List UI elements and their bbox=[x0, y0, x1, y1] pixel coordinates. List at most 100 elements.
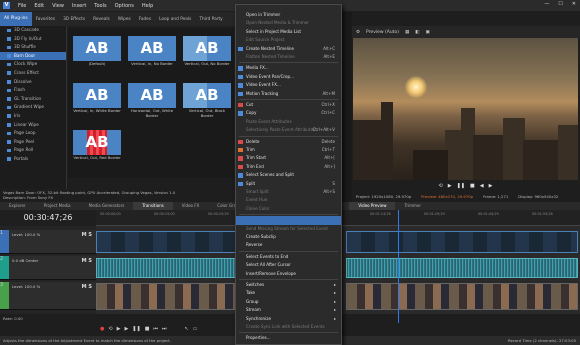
list-item[interactable]: Dissolve bbox=[0, 78, 66, 87]
maximize-button[interactable]: ☐ bbox=[558, 1, 562, 7]
go-start-icon[interactable]: ⏮ bbox=[153, 326, 158, 332]
solo-button[interactable]: S bbox=[88, 258, 92, 264]
context-menu-item[interactable]: Edit Source Project bbox=[236, 36, 341, 44]
context-menu-item[interactable]: Smart Split Alt+S bbox=[236, 188, 341, 196]
mute-solo[interactable]: M S bbox=[82, 284, 92, 290]
audio-event[interactable] bbox=[96, 258, 236, 278]
context-menu-item[interactable]: Create Sync Link with Selected Events bbox=[236, 323, 341, 331]
list-item[interactable]: 3D Cascade bbox=[0, 26, 66, 35]
track-header-video[interactable]: 3 Level: 100.0 % M S bbox=[0, 282, 96, 310]
context-menu-item[interactable]: Flatten Nested Timeline Alt+E bbox=[236, 53, 341, 61]
mute-button[interactable]: M bbox=[82, 258, 87, 264]
context-menu-item[interactable]: Properties... bbox=[236, 334, 341, 342]
list-item[interactable]: Iris bbox=[0, 112, 66, 121]
video-event[interactable] bbox=[346, 231, 578, 253]
context-menu-item[interactable]: Switches ▸ bbox=[236, 281, 341, 289]
context-menu-item[interactable]: Create Subclip bbox=[236, 233, 341, 241]
play-icon[interactable]: ▶ bbox=[124, 326, 128, 332]
context-menu-item[interactable]: Cut Ctrl+X bbox=[236, 101, 341, 109]
list-item[interactable]: Flash bbox=[0, 86, 66, 95]
prev-frame-icon[interactable]: ◀ bbox=[480, 183, 484, 189]
list-item-selected[interactable]: Barn Door bbox=[0, 51, 66, 61]
stop-icon[interactable]: ■ bbox=[145, 326, 150, 332]
context-menu-item[interactable] bbox=[236, 216, 341, 225]
tab-favorites[interactable]: Favorites bbox=[32, 17, 59, 22]
context-menu-item[interactable]: Open Nested Media & Trimmer bbox=[236, 19, 341, 27]
split-icon[interactable]: ◧ bbox=[415, 30, 419, 35]
pause-icon[interactable]: ❚❚ bbox=[132, 326, 140, 332]
list-item[interactable]: Portals bbox=[0, 155, 66, 164]
gear-icon[interactable]: ⚙ bbox=[356, 30, 360, 35]
tab-all-plugins[interactable]: All Plug-ins bbox=[0, 12, 32, 26]
minimize-button[interactable]: — bbox=[544, 1, 549, 7]
tab-wipes[interactable]: Wipes bbox=[114, 17, 135, 22]
context-menu-item[interactable]: Insert/Remove Envelope bbox=[236, 270, 341, 278]
menu-insert[interactable]: Insert bbox=[72, 3, 86, 9]
tab-loop-and-peals[interactable]: Loop and Peals bbox=[155, 17, 195, 22]
menu-help[interactable]: Help bbox=[142, 3, 153, 9]
context-menu-item[interactable]: Video Event Pan/Crop... bbox=[236, 73, 341, 81]
context-menu-item[interactable]: Select Events to End bbox=[236, 253, 341, 261]
tab-3d-effects[interactable]: 3D Effects bbox=[59, 17, 89, 22]
tab-explorer[interactable]: Explorer bbox=[0, 202, 35, 210]
close-button[interactable]: ✕ bbox=[572, 1, 576, 7]
context-menu-item[interactable]: Reverse bbox=[236, 241, 341, 249]
context-menu-item[interactable]: Split S bbox=[236, 180, 341, 188]
list-item[interactable]: Page Loop bbox=[0, 129, 66, 138]
track-level[interactable]: Level: 100.0 % bbox=[12, 284, 40, 289]
envelope-icon[interactable]: ▭ bbox=[193, 326, 198, 332]
stop-icon[interactable]: ■ bbox=[470, 183, 475, 189]
context-menu-item[interactable]: Motion Tracking Alt+M bbox=[236, 90, 341, 98]
context-menu-item[interactable]: Copy Ctrl+C bbox=[236, 109, 341, 117]
next-frame-icon[interactable]: ▶ bbox=[489, 183, 493, 189]
loop-icon[interactable]: ⟲ bbox=[108, 326, 112, 332]
preset-thumbnail[interactable]: AB Vertical, Out, No Border bbox=[183, 36, 231, 77]
context-menu-item[interactable]: Delete Delete bbox=[236, 138, 341, 146]
solo-button[interactable]: S bbox=[88, 232, 92, 238]
list-item[interactable]: 3D Shuffle bbox=[0, 43, 66, 52]
menu-tools[interactable]: Tools bbox=[94, 3, 106, 9]
preset-thumbnail[interactable]: AB Vertical, In, No Border bbox=[128, 36, 176, 77]
tab-transitions[interactable]: Transitions bbox=[133, 202, 173, 210]
mute-button[interactable]: M bbox=[82, 232, 87, 238]
tab-video-fx[interactable]: Video FX bbox=[173, 202, 209, 210]
tab-media-generators[interactable]: Media Generators bbox=[80, 202, 134, 210]
preset-thumbnail[interactable]: AB Horizontal, Out, White Border bbox=[128, 83, 176, 124]
edit-tool-icon[interactable]: ↖ bbox=[184, 326, 188, 332]
grid-icon[interactable]: ▦ bbox=[405, 30, 409, 35]
context-menu-item[interactable]: Stream ▸ bbox=[236, 306, 341, 314]
context-menu-item[interactable]: Create Nested Timeline Alt+C bbox=[236, 45, 341, 53]
snapshot-icon[interactable]: ▣ bbox=[425, 30, 429, 35]
list-item[interactable]: 3D Fly In/Out bbox=[0, 35, 66, 44]
solo-button[interactable]: S bbox=[88, 284, 92, 290]
list-item[interactable]: Cross Effect bbox=[0, 69, 66, 78]
context-menu-item[interactable]: Video Event FX... bbox=[236, 81, 341, 89]
list-item[interactable]: Page Roll bbox=[0, 146, 66, 155]
context-menu-item[interactable]: Clone Color bbox=[236, 205, 341, 213]
video-event[interactable] bbox=[96, 283, 236, 310]
context-menu-item[interactable]: Trim Ctrl+T bbox=[236, 146, 341, 154]
context-menu-item[interactable]: Media FX... bbox=[236, 64, 341, 72]
track-header-audio[interactable]: 2 0.0 dB Center M S bbox=[0, 256, 96, 280]
mute-solo[interactable]: M S bbox=[82, 232, 92, 238]
mute-solo[interactable]: M S bbox=[82, 258, 92, 264]
video-event[interactable] bbox=[346, 283, 578, 310]
loop-icon[interactable]: ⟲ bbox=[439, 183, 443, 189]
track-volume[interactable]: 0.0 dB Center bbox=[12, 258, 38, 263]
list-item[interactable]: GL Transition bbox=[0, 95, 66, 104]
play-from-start-icon[interactable]: ▶ bbox=[117, 326, 121, 332]
menu-file[interactable]: File bbox=[18, 3, 26, 9]
track-header-video[interactable]: 1 Level: 100.0 % M S bbox=[0, 230, 96, 254]
context-menu-item[interactable]: Take ▸ bbox=[236, 289, 341, 297]
audio-event[interactable] bbox=[346, 258, 578, 278]
tab-third-party[interactable]: Third Party bbox=[195, 17, 226, 22]
menu-view[interactable]: View bbox=[52, 3, 64, 9]
go-end-icon[interactable]: ⏭ bbox=[162, 326, 167, 332]
track-level[interactable]: Level: 100.0 % bbox=[12, 232, 40, 237]
play-icon[interactable]: ▶ bbox=[448, 183, 452, 189]
context-menu-item[interactable]: Group ▸ bbox=[236, 298, 341, 306]
context-menu-item[interactable]: Select All After Cursor bbox=[236, 261, 341, 269]
context-menu-item[interactable]: Open in Trimmer bbox=[236, 11, 341, 19]
preset-thumbnail[interactable]: AB (Default) bbox=[73, 36, 121, 77]
preset-thumbnail[interactable]: AB Vertical, In, White Border bbox=[73, 83, 121, 124]
